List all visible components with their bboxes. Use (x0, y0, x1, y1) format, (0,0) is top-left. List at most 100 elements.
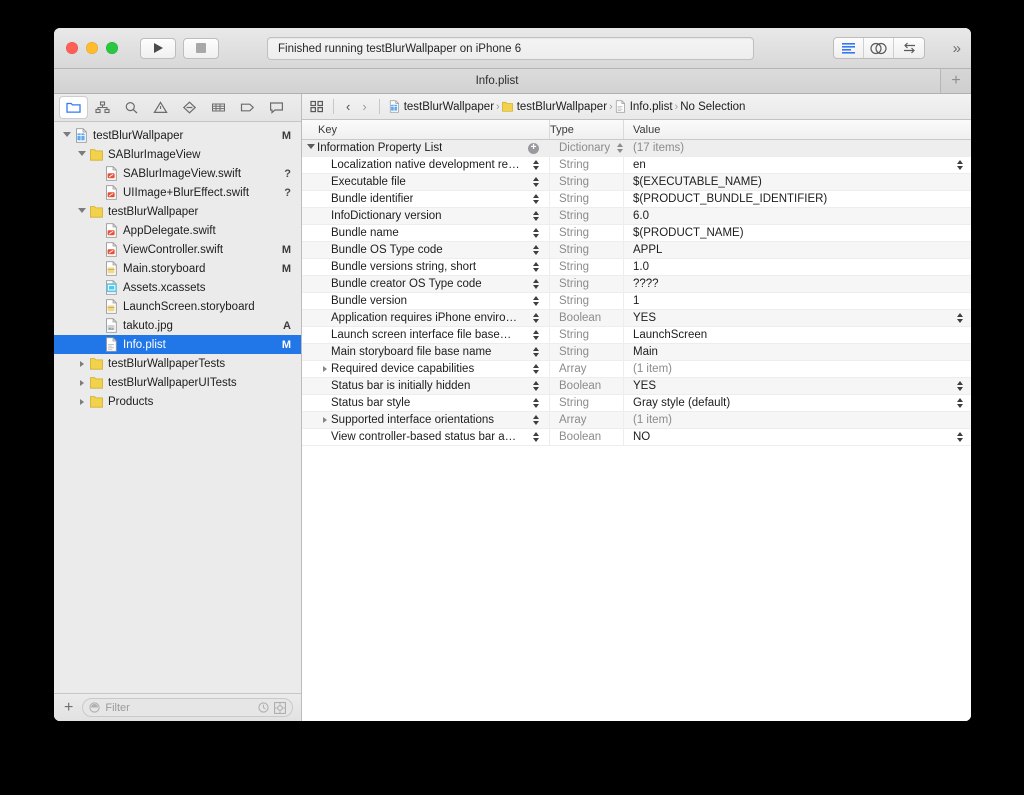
plist-type-cell[interactable]: Boolean (550, 429, 624, 445)
plist-type-cell[interactable]: String (550, 225, 624, 241)
disclosure-triangle[interactable] (75, 207, 88, 216)
disclosure-triangle[interactable] (304, 144, 317, 152)
key-stepper[interactable] (531, 330, 540, 340)
plist-key-cell[interactable]: Bundle OS Type code (302, 242, 550, 258)
key-stepper[interactable] (531, 398, 540, 408)
plist-value-cell[interactable]: APPL (624, 242, 971, 258)
key-stepper[interactable] (531, 211, 540, 221)
breadcrumb-item[interactable]: Info.plist (615, 100, 673, 113)
plist-type-cell[interactable]: String (550, 327, 624, 343)
key-stepper[interactable] (531, 347, 540, 357)
key-stepper[interactable] (531, 432, 540, 442)
disclosure-triangle[interactable] (75, 379, 88, 386)
table-row[interactable]: Bundle OS Type code String APPL (302, 242, 971, 259)
plist-key-cell[interactable]: Status bar style (302, 395, 550, 411)
plist-key-cell[interactable]: Information Property List + (302, 140, 550, 156)
plist-key-cell[interactable]: Executable file (302, 174, 550, 190)
plist-type-cell[interactable]: String (550, 174, 624, 190)
plist-key-cell[interactable]: Bundle creator OS Type code (302, 276, 550, 292)
disclosure-triangle[interactable] (75, 360, 88, 367)
minimize-button[interactable] (86, 42, 98, 54)
plist-type-cell[interactable]: Array (550, 412, 624, 428)
table-row[interactable]: Required device capabilities Array (1 item… (302, 361, 971, 378)
key-stepper[interactable] (531, 228, 540, 238)
column-header-key[interactable]: Key (302, 120, 550, 139)
plist-type-cell[interactable]: Boolean (550, 378, 624, 394)
plist-value-cell[interactable]: 1.0 (624, 259, 971, 275)
stop-button[interactable] (183, 37, 219, 59)
plist-value-cell[interactable]: $(PRODUCT_BUNDLE_IDENTIFIER) (624, 191, 971, 207)
assistant-editor-button[interactable] (864, 38, 894, 58)
plist-value-cell[interactable]: ???? (624, 276, 971, 292)
plist-value-cell[interactable]: (17 items) (624, 140, 971, 156)
tree-item[interactable]: testBlurWallpaper (54, 202, 301, 221)
version-editor-button[interactable] (894, 38, 924, 58)
plist-value-cell[interactable]: en (624, 157, 971, 173)
related-items-icon[interactable] (310, 100, 324, 113)
tree-item[interactable]: testBlurWallpaper M (54, 126, 301, 145)
tree-item[interactable]: testBlurWallpaperUITests (54, 373, 301, 392)
table-row[interactable]: View controller-based status bar a… Boole… (302, 429, 971, 446)
plist-key-cell[interactable]: Required device capabilities (302, 361, 550, 377)
run-button[interactable] (140, 37, 176, 59)
plist-type-cell[interactable]: String (550, 395, 624, 411)
table-row[interactable]: Launch screen interface file base… String… (302, 327, 971, 344)
plist-value-cell[interactable]: $(PRODUCT_NAME) (624, 225, 971, 241)
tree-item[interactable]: LaunchScreen.storyboard (54, 297, 301, 316)
plist-type-cell[interactable]: String (550, 208, 624, 224)
key-stepper[interactable] (531, 177, 540, 187)
plist-type-cell[interactable]: String (550, 242, 624, 258)
disclosure-triangle[interactable] (60, 131, 73, 140)
toolbar-overflow-button[interactable]: » (953, 40, 961, 57)
table-row[interactable]: Supported interface orientations Array (1 … (302, 412, 971, 429)
tree-item-selected[interactable]: Info.plist M (54, 335, 301, 354)
plist-key-cell[interactable]: Application requires iPhone enviro… (302, 310, 550, 326)
key-stepper[interactable] (531, 160, 540, 170)
tree-item[interactable]: takuto.jpg A (54, 316, 301, 335)
plist-value-cell[interactable]: (1 item) (624, 412, 971, 428)
plist-type-cell[interactable]: String (550, 191, 624, 207)
plist-key-cell[interactable]: View controller-based status bar a… (302, 429, 550, 445)
plist-type-cell[interactable]: Dictionary (550, 140, 624, 156)
sidebar-item-breakpoint-navigator[interactable] (234, 97, 261, 118)
key-stepper[interactable] (531, 262, 540, 272)
zoom-button[interactable] (106, 42, 118, 54)
tree-item[interactable]: AppDelegate.swift (54, 221, 301, 240)
table-row[interactable]: InfoDictionary version String 6.0 (302, 208, 971, 225)
key-stepper[interactable] (531, 296, 540, 306)
plist-key-cell[interactable]: Main storyboard file base name (302, 344, 550, 360)
table-row[interactable]: Status bar style String Gray style (defaul… (302, 395, 971, 412)
plist-table-body[interactable]: Information Property List + Dictionary (17 … (302, 140, 971, 721)
table-row[interactable]: Bundle identifier String $(PRODUCT_BUNDLE_… (302, 191, 971, 208)
table-row[interactable]: Information Property List + Dictionary (17 … (302, 140, 971, 157)
plist-value-cell[interactable]: (1 item) (624, 361, 971, 377)
sidebar-item-issue-navigator[interactable] (147, 97, 174, 118)
filter-input[interactable]: Filter (82, 698, 293, 717)
plist-key-cell[interactable]: Bundle versions string, short (302, 259, 550, 275)
plist-type-cell[interactable]: String (550, 259, 624, 275)
add-row-icon[interactable]: + (528, 142, 539, 154)
table-row[interactable]: Executable file String $(EXECUTABLE_NAME) (302, 174, 971, 191)
plist-value-cell[interactable]: Gray style (default) (624, 395, 971, 411)
table-row[interactable]: Bundle version String 1 (302, 293, 971, 310)
plist-value-cell[interactable]: Main (624, 344, 971, 360)
plist-type-cell[interactable]: Boolean (550, 310, 624, 326)
table-row[interactable]: Application requires iPhone enviro… Boole… (302, 310, 971, 327)
plist-key-cell[interactable]: Localization native development re… (302, 157, 550, 173)
tree-item[interactable]: Main.storyboard M (54, 259, 301, 278)
column-header-type[interactable]: Type (550, 120, 624, 139)
sidebar-item-test-navigator[interactable] (176, 97, 203, 118)
disclosure-triangle[interactable] (75, 398, 88, 405)
type-stepper[interactable] (617, 143, 624, 153)
plist-value-cell[interactable]: 6.0 (624, 208, 971, 224)
plist-type-cell[interactable]: String (550, 293, 624, 309)
activity-status-field[interactable]: Finished running testBlurWallpaper on iP… (267, 37, 754, 60)
key-stepper[interactable] (531, 279, 540, 289)
sidebar-item-debug-navigator[interactable] (205, 97, 232, 118)
plist-key-cell[interactable]: Launch screen interface file base… (302, 327, 550, 343)
navigate-forward-button[interactable]: › (359, 99, 369, 114)
value-stepper[interactable] (957, 381, 963, 391)
table-row[interactable]: Status bar is initially hidden Boolean YES (302, 378, 971, 395)
tree-item[interactable]: Products (54, 392, 301, 411)
key-stepper[interactable] (531, 245, 540, 255)
